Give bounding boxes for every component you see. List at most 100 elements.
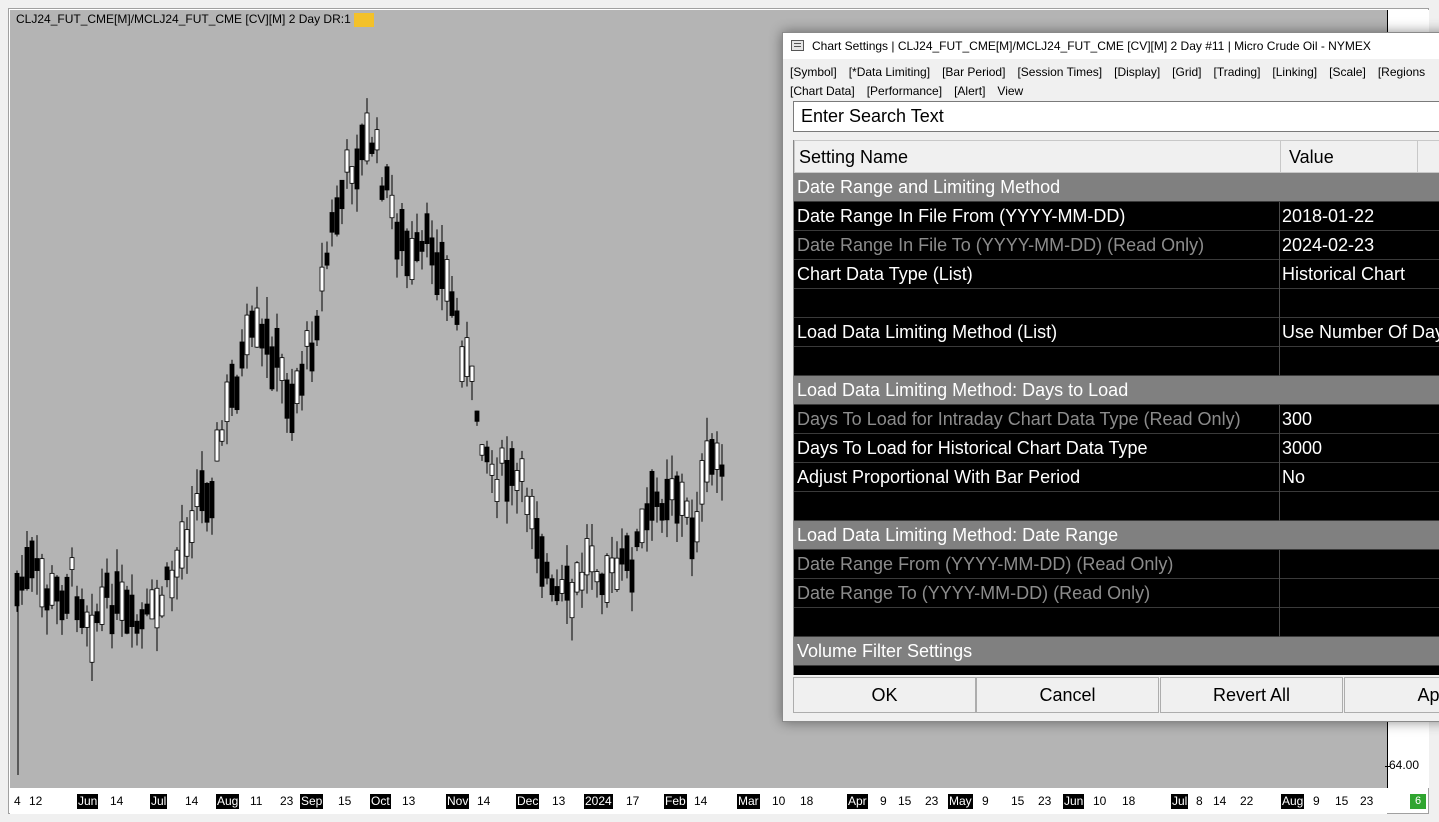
column-header-value[interactable]: Value <box>1289 147 1334 168</box>
setting-value[interactable]: Use Number Of Day <box>1282 322 1439 343</box>
tab-session-times[interactable]: [Session Times] <box>1017 65 1102 79</box>
settings-grid: Setting Name Value Date Range and Limiti… <box>793 140 1439 675</box>
candle-body <box>519 458 525 482</box>
cancel-button[interactable]: Cancel <box>976 677 1159 713</box>
candle-body <box>624 535 630 571</box>
column-divider[interactable] <box>1280 141 1281 174</box>
setting-name: Date Range From (YYYY-MM-DD) (Read Only) <box>797 554 1174 574</box>
setting-value[interactable]: 300 <box>1282 409 1312 430</box>
column-header-setting-name[interactable]: Setting Name <box>799 147 908 168</box>
candle-body <box>684 500 690 518</box>
candle-body <box>224 381 230 423</box>
candle-body <box>629 559 635 593</box>
candle-body <box>84 611 90 628</box>
candle-body <box>454 310 460 325</box>
date-axis-day-label: 12 <box>29 794 43 808</box>
tab-display[interactable]: [Display] <box>1114 65 1160 79</box>
candle-body <box>554 586 560 602</box>
candle-body <box>604 555 610 603</box>
candle-body <box>364 112 370 162</box>
setting-row[interactable]: Load Data Limiting Method (List) Use Numb… <box>794 318 1439 347</box>
candle-body <box>139 609 145 630</box>
candle-body <box>309 342 315 372</box>
tab-performance[interactable]: [Performance] <box>867 84 942 98</box>
tab-symbol[interactable]: [Symbol] <box>790 65 837 79</box>
candle-body <box>469 365 475 382</box>
tab-regions[interactable]: [Regions <box>1378 65 1425 79</box>
date-axis-day-label: 17 <box>626 794 640 808</box>
candle-body <box>324 252 330 266</box>
candle-body <box>589 545 595 573</box>
candle-body <box>569 581 575 619</box>
apply-button[interactable]: Appl <box>1344 677 1439 713</box>
candle-body <box>419 240 425 252</box>
candle-body <box>314 315 320 341</box>
tab-scale[interactable]: [Scale] <box>1329 65 1366 79</box>
tab-alert[interactable]: [Alert] <box>954 84 985 98</box>
setting-row[interactable]: Date Range From (YYYY-MM-DD) (Read Only) <box>794 550 1439 579</box>
date-axis-day-label: 4 <box>14 794 21 808</box>
candle-body <box>69 557 75 570</box>
section-header-row[interactable]: Load Data Limiting Method: Days to Load <box>794 376 1439 405</box>
setting-value[interactable]: 2024-02-23 <box>1282 235 1374 256</box>
search-input[interactable]: Enter Search Text <box>793 101 1439 132</box>
dialog-button-bar: OK Cancel Revert All Appl <box>793 676 1439 714</box>
dialog-titlebar[interactable]: Chart Settings | CLJ24_FUT_CME[M]/MCLJ24… <box>783 33 1439 59</box>
candle-body <box>499 447 505 464</box>
setting-value[interactable]: No <box>1282 467 1305 488</box>
candle-body <box>609 557 615 574</box>
candle-body <box>129 594 135 627</box>
column-divider[interactable] <box>1417 141 1418 174</box>
chart-title: CLJ24_FUT_CME[M]/MCLJ24_FUT_CME [CV][M] … <box>16 12 374 27</box>
candle-body <box>34 558 40 571</box>
setting-row[interactable]: Days To Load for Intraday Chart Data Typ… <box>794 405 1439 434</box>
candle-body <box>39 558 45 608</box>
candle-body <box>169 569 175 599</box>
date-axis-day-label: 18 <box>1122 794 1136 808</box>
candle-body <box>24 547 30 590</box>
setting-row[interactable]: Date Range In File To (YYYY-MM-DD) (Read… <box>794 231 1439 260</box>
tab-view[interactable]: View <box>997 84 1023 98</box>
candle-body <box>704 440 710 483</box>
candle-body <box>294 370 300 404</box>
candle-body <box>634 531 640 548</box>
tab-grid[interactable]: [Grid] <box>1172 65 1201 79</box>
setting-row[interactable]: Adjust Proportional With Bar Period No <box>794 463 1439 492</box>
date-axis-month-label: Aug <box>1281 794 1305 809</box>
date-axis-month-label: Feb <box>664 794 687 809</box>
setting-value[interactable]: 3000 <box>1282 438 1322 459</box>
setting-row[interactable]: Date Range To (YYYY-MM-DD) (Read Only) <box>794 579 1439 608</box>
candle-body <box>189 510 195 543</box>
candle-body <box>199 470 205 512</box>
section-header-row[interactable]: Volume Filter Settings <box>794 637 1439 666</box>
candle-body <box>104 572 110 598</box>
setting-row[interactable]: Chart Data Type (List) Historical Chart <box>794 260 1439 289</box>
candle-body <box>494 478 500 502</box>
revert-all-button[interactable]: Revert All <box>1160 677 1343 713</box>
candle-body <box>264 318 270 355</box>
ok-button[interactable]: OK <box>793 677 976 713</box>
tab-trading[interactable]: [Trading] <box>1214 65 1261 79</box>
date-axis-day-label: 23 <box>925 794 939 808</box>
cell-divider <box>1279 405 1280 434</box>
candle-body <box>644 503 650 531</box>
setting-value[interactable]: 2018-01-22 <box>1282 206 1374 227</box>
candle-body <box>354 148 360 190</box>
candle-body <box>229 363 235 408</box>
setting-row[interactable]: Date Range In File From (YYYY-MM-DD) 2018… <box>794 202 1439 231</box>
date-axis[interactable]: 4 12 Jun 14 Jul 14 Aug 11 23 Sep 15 Oct 13 Nov 14 Dec 13… <box>10 788 1387 814</box>
setting-value[interactable]: Historical Chart <box>1282 264 1405 285</box>
candle-body <box>649 470 655 521</box>
section-header-row[interactable]: Load Data Limiting Method: Date Range <box>794 521 1439 550</box>
tab-chart-data[interactable]: [Chart Data] <box>790 84 855 98</box>
tab-bar-period[interactable]: [Bar Period] <box>942 65 1005 79</box>
blank-row <box>794 608 1439 637</box>
date-axis-month-label: Apr <box>847 794 868 809</box>
candle-body <box>79 599 85 628</box>
tab-data-limiting[interactable]: [*Data Limiting] <box>849 65 930 79</box>
section-header-row[interactable]: Date Range and Limiting Method <box>794 173 1439 202</box>
setting-row[interactable]: Days To Load for Historical Chart Data T… <box>794 434 1439 463</box>
candle-body <box>119 581 125 621</box>
date-axis-month-label: Sep <box>300 794 324 809</box>
tab-linking[interactable]: [Linking] <box>1272 65 1317 79</box>
